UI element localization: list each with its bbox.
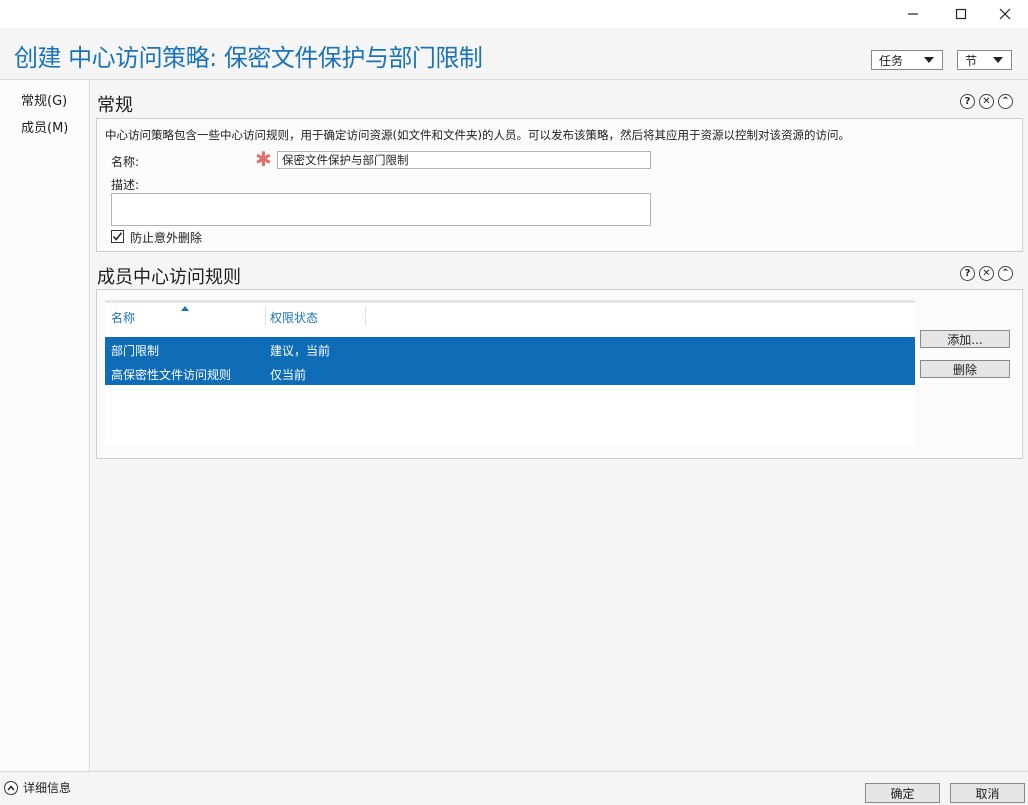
name-field[interactable]: 保密文件保护与部门限制 bbox=[277, 151, 651, 169]
chevron-down-icon bbox=[993, 57, 1003, 63]
members-panel: 名称 权限状态 部门限制 建议，当前 高保密性文件访问规则 仅当前 添加... … bbox=[96, 289, 1023, 459]
required-icon: ✱ bbox=[255, 149, 272, 169]
footer: 详细信息 确定 取消 bbox=[0, 771, 1028, 805]
members-section-controls: ? ✕ ⌃ bbox=[960, 266, 1013, 281]
left-navigation: 常规(G) 成员(M) bbox=[0, 80, 90, 771]
rule-status: 仅当前 bbox=[270, 366, 306, 383]
name-label: 名称: bbox=[111, 153, 139, 170]
column-divider bbox=[365, 306, 366, 326]
column-divider bbox=[265, 306, 266, 326]
table-row[interactable]: 部门限制 建议，当前 bbox=[105, 337, 915, 361]
general-panel: 中心访问策略包含一些中心访问规则，用于确定访问资源(如文件和文件夹)的人员。可以… bbox=[96, 118, 1023, 252]
close-section-icon[interactable]: ✕ bbox=[979, 266, 994, 281]
close-section-icon[interactable]: ✕ bbox=[979, 94, 994, 109]
general-section-controls: ? ✕ ⌃ bbox=[960, 94, 1013, 109]
nav-item-members[interactable]: 成员(M) bbox=[21, 117, 68, 136]
maximize-button[interactable] bbox=[938, 0, 984, 28]
rule-name: 部门限制 bbox=[111, 342, 159, 359]
help-icon[interactable]: ? bbox=[960, 94, 975, 109]
chevron-down-icon bbox=[924, 57, 934, 63]
rules-table[interactable]: 名称 权限状态 部门限制 建议，当前 高保密性文件访问规则 仅当前 bbox=[105, 300, 915, 446]
ok-button[interactable]: 确定 bbox=[865, 783, 940, 803]
table-row[interactable]: 高保密性文件访问规则 仅当前 bbox=[105, 361, 915, 385]
remove-button[interactable]: 删除 bbox=[920, 360, 1010, 378]
collapse-icon[interactable]: ⌃ bbox=[998, 266, 1013, 281]
column-header-name[interactable]: 名称 bbox=[111, 309, 135, 326]
nav-item-general[interactable]: 常规(G) bbox=[21, 90, 67, 109]
rule-status: 建议，当前 bbox=[270, 342, 330, 359]
protect-label: 防止意外删除 bbox=[130, 229, 202, 246]
collapse-icon[interactable]: ⌃ bbox=[998, 94, 1013, 109]
tasks-label: 任务 bbox=[879, 52, 903, 69]
main-content: 常规 ? ✕ ⌃ 中心访问策略包含一些中心访问规则，用于确定访问资源(如文件和文… bbox=[91, 80, 1028, 771]
expand-details-icon[interactable] bbox=[4, 781, 18, 795]
sections-label: 节 bbox=[965, 52, 977, 69]
section-title-members: 成员中心访问规则 bbox=[97, 263, 241, 289]
help-icon[interactable]: ? bbox=[960, 266, 975, 281]
protect-checkbox[interactable] bbox=[111, 230, 124, 243]
close-window-button[interactable] bbox=[982, 0, 1028, 28]
sections-dropdown[interactable]: 节 bbox=[957, 50, 1012, 70]
details-label[interactable]: 详细信息 bbox=[23, 779, 71, 796]
add-button[interactable]: 添加... bbox=[920, 330, 1010, 348]
description-field[interactable] bbox=[111, 193, 651, 226]
column-header-status[interactable]: 权限状态 bbox=[270, 309, 318, 326]
header: 创建 中心访问策略: 保密文件保护与部门限制 任务 节 bbox=[0, 28, 1028, 80]
rule-name: 高保密性文件访问规则 bbox=[111, 366, 231, 383]
cancel-button[interactable]: 取消 bbox=[950, 783, 1025, 803]
policy-description: 中心访问策略包含一些中心访问规则，用于确定访问资源(如文件和文件夹)的人员。可以… bbox=[105, 127, 850, 143]
sort-ascending-icon bbox=[181, 306, 189, 311]
maximize-icon bbox=[955, 8, 967, 20]
chevron-up-icon bbox=[7, 785, 15, 791]
section-title-general: 常规 bbox=[97, 91, 133, 117]
minimize-button[interactable] bbox=[890, 0, 936, 28]
page-title: 创建 中心访问策略: 保密文件保护与部门限制 bbox=[14, 43, 482, 73]
checkmark-icon bbox=[112, 231, 123, 242]
title-bar bbox=[0, 0, 1028, 28]
description-label: 描述: bbox=[111, 176, 139, 193]
minimize-icon bbox=[907, 8, 919, 20]
close-icon bbox=[999, 8, 1011, 20]
tasks-dropdown[interactable]: 任务 bbox=[871, 50, 943, 70]
